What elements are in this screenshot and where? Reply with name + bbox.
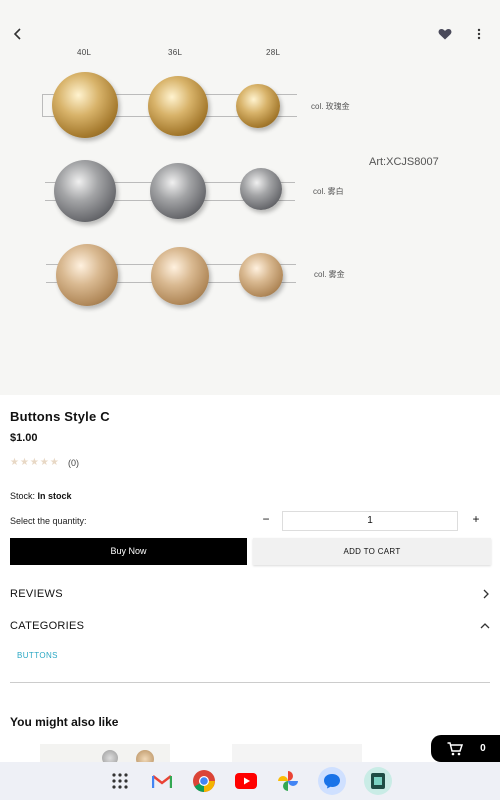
heart-icon bbox=[438, 29, 452, 40]
related-product-thumbnail[interactable] bbox=[40, 744, 170, 762]
favorite-button[interactable] bbox=[433, 22, 457, 46]
buy-now-button[interactable]: Buy Now bbox=[10, 538, 247, 565]
section-divider bbox=[10, 682, 490, 683]
back-button[interactable] bbox=[6, 22, 30, 46]
related-thumb-button bbox=[136, 750, 154, 762]
button-sample-champagne-40l bbox=[56, 244, 118, 306]
cart-count: 0 bbox=[480, 743, 486, 754]
more-options-button[interactable] bbox=[467, 22, 491, 46]
button-sample-rose-gold-40l bbox=[52, 72, 118, 138]
category-link-buttons[interactable]: BUTTONS bbox=[17, 651, 58, 660]
size-label-36l: 36L bbox=[168, 48, 183, 57]
messages-icon bbox=[324, 774, 340, 789]
rating-count: (0) bbox=[68, 458, 79, 468]
categories-section-toggle[interactable]: CATEGORIES bbox=[10, 616, 490, 636]
related-product-thumbnail[interactable] bbox=[232, 744, 362, 762]
related-products-title: You might also like bbox=[10, 715, 119, 729]
color-label-fog-gold: col. 雾金 bbox=[314, 270, 345, 279]
app-drawer-button[interactable] bbox=[108, 769, 132, 793]
youtube-app[interactable] bbox=[234, 769, 258, 793]
wallet-app[interactable] bbox=[364, 767, 392, 795]
stock-value: In stock bbox=[37, 491, 72, 501]
size-label-28l: 28L bbox=[266, 48, 281, 57]
product-image: 40L 36L 28L col. 玫瑰金 col. 雾白 Art:XCJS800… bbox=[0, 0, 500, 395]
photos-icon bbox=[278, 771, 298, 791]
size-label-40l: 40L bbox=[77, 48, 92, 57]
stock-status: Stock: In stock bbox=[10, 491, 72, 501]
quantity-input[interactable]: 1 bbox=[282, 511, 458, 531]
gmail-app[interactable] bbox=[150, 769, 174, 793]
quantity-increase-button[interactable]: + bbox=[468, 512, 484, 530]
button-sample-gunmetal-36l bbox=[150, 163, 206, 219]
cart-button[interactable]: 0 bbox=[431, 735, 500, 762]
youtube-icon bbox=[235, 773, 257, 789]
button-sample-gunmetal-28l bbox=[240, 168, 282, 210]
chrome-icon bbox=[193, 770, 215, 792]
button-sample-champagne-28l bbox=[239, 253, 283, 297]
apps-grid-icon bbox=[112, 773, 128, 789]
more-vert-icon bbox=[477, 28, 481, 40]
categories-label: CATEGORIES bbox=[10, 620, 85, 632]
color-label-fog-white: col. 雾白 bbox=[313, 187, 344, 196]
product-price: $1.00 bbox=[10, 432, 38, 444]
button-sample-gunmetal-40l bbox=[54, 160, 116, 222]
button-sample-rose-gold-36l bbox=[148, 76, 208, 136]
art-code-label: Art:XCJS8007 bbox=[369, 156, 439, 168]
quantity-decrease-button[interactable]: − bbox=[258, 512, 274, 530]
button-sample-champagne-36l bbox=[151, 247, 209, 305]
messages-app[interactable] bbox=[318, 767, 346, 795]
button-sample-rose-gold-28l bbox=[236, 84, 280, 128]
wallet-icon bbox=[371, 773, 385, 789]
reviews-section-toggle[interactable]: REVIEWS bbox=[10, 584, 490, 604]
gmail-icon bbox=[152, 774, 172, 788]
related-thumb-button bbox=[102, 750, 118, 762]
quantity-label: Select the quantity: bbox=[10, 516, 87, 526]
cart-icon bbox=[447, 741, 464, 755]
product-title: Buttons Style C bbox=[10, 409, 110, 424]
chevron-right-icon bbox=[483, 589, 489, 599]
system-dock bbox=[0, 762, 500, 800]
color-label-rose-gold: col. 玫瑰金 bbox=[311, 102, 350, 111]
chevron-up-icon bbox=[480, 623, 490, 629]
reviews-label: REVIEWS bbox=[10, 588, 63, 600]
add-to-cart-button[interactable]: ADD TO CART bbox=[253, 538, 491, 565]
rating-stars[interactable]: ★★★★★ bbox=[10, 457, 60, 468]
chrome-app[interactable] bbox=[192, 769, 216, 793]
stock-label: Stock: bbox=[10, 491, 36, 501]
guide-line bbox=[42, 94, 43, 116]
photos-app[interactable] bbox=[276, 769, 300, 793]
back-icon bbox=[13, 28, 21, 40]
